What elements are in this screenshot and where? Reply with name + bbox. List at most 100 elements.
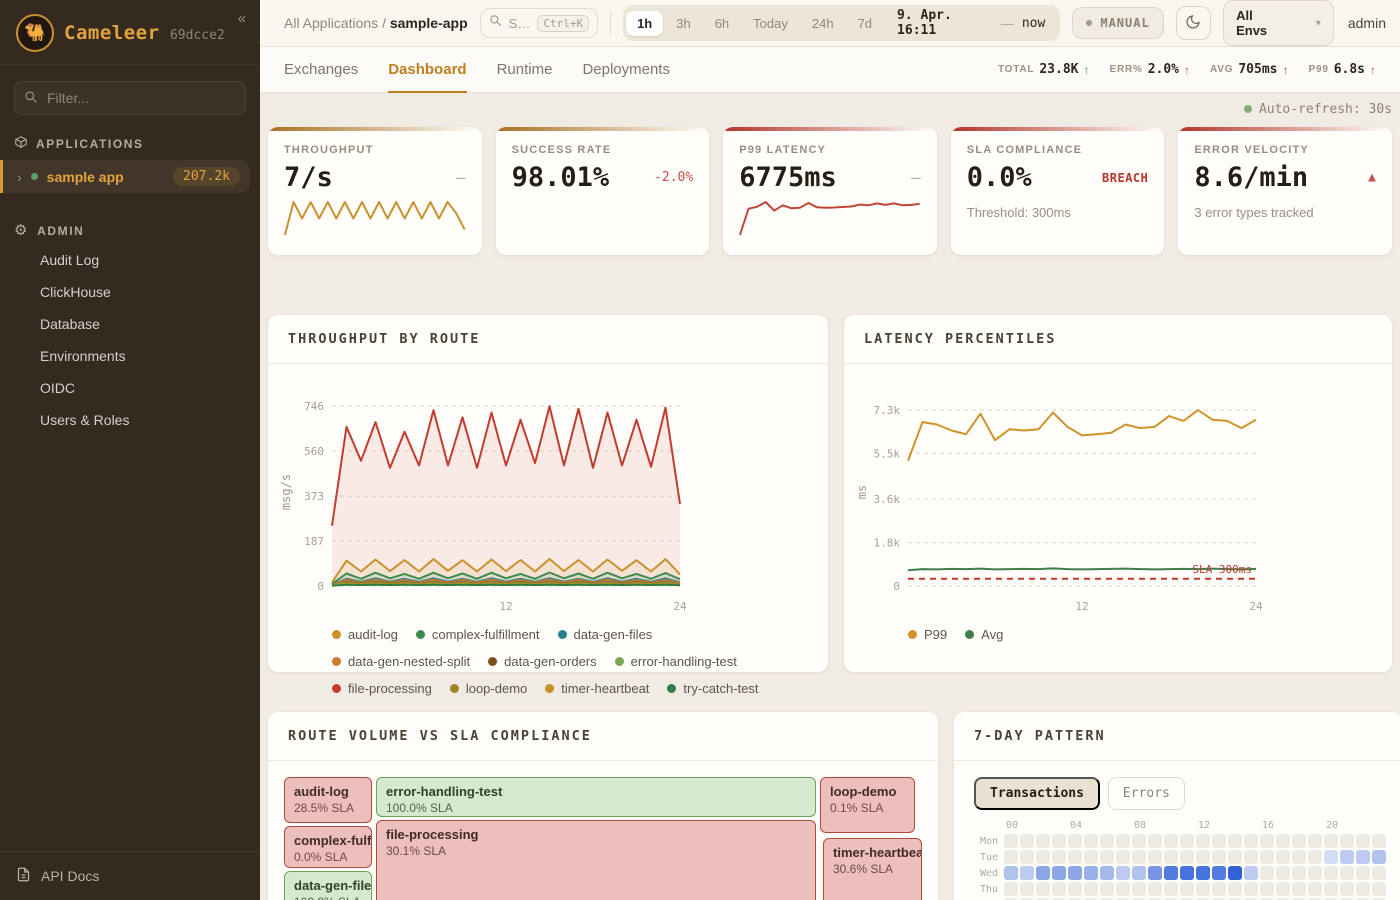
heatmap-cell[interactable] bbox=[1036, 834, 1050, 848]
heatmap-cell[interactable] bbox=[1100, 834, 1114, 848]
heatmap-cell[interactable] bbox=[1020, 866, 1034, 880]
heatmap-cell[interactable] bbox=[1116, 882, 1130, 896]
heatmap-cell[interactable] bbox=[1244, 882, 1258, 896]
heatmap-cell[interactable] bbox=[1020, 882, 1034, 896]
heatmap-cell[interactable] bbox=[1100, 866, 1114, 880]
heatmap-cell[interactable] bbox=[1180, 882, 1194, 896]
heatmap-cell[interactable] bbox=[1212, 834, 1226, 848]
heatmap-cell[interactable] bbox=[1132, 866, 1146, 880]
heatmap-cell[interactable] bbox=[1036, 866, 1050, 880]
heatmap-cell[interactable] bbox=[1292, 834, 1306, 848]
treemap-cell-complex-fulfil[interactable]: complex-fulfil...0.0% SLA bbox=[284, 826, 372, 868]
heatmap-cell[interactable] bbox=[1164, 850, 1178, 864]
legend-item-try-catch-test[interactable]: try-catch-test bbox=[667, 681, 758, 696]
heatmap-cell[interactable] bbox=[1132, 850, 1146, 864]
heatmap-cell[interactable] bbox=[1340, 882, 1354, 896]
legend-item-complex-fulfillment[interactable]: complex-fulfillment bbox=[416, 627, 540, 642]
heatmap-cell[interactable] bbox=[1372, 866, 1386, 880]
time-range-1h[interactable]: 1h bbox=[626, 11, 663, 36]
time-range-7d[interactable]: 7d bbox=[847, 11, 883, 36]
sidebar-item-audit-log[interactable]: Audit Log bbox=[0, 244, 260, 276]
heatmap-cell[interactable] bbox=[1084, 850, 1098, 864]
heatmap-cell[interactable] bbox=[1052, 834, 1066, 848]
sidebar-item-users-roles[interactable]: Users & Roles bbox=[0, 404, 260, 436]
heatmap-cell[interactable] bbox=[1228, 866, 1242, 880]
heatmap-cell[interactable] bbox=[1180, 850, 1194, 864]
sidebar-item-database[interactable]: Database bbox=[0, 308, 260, 340]
heatmap-cell[interactable] bbox=[1196, 882, 1210, 896]
heatmap-cell[interactable] bbox=[1084, 866, 1098, 880]
sidebar-item-clickhouse[interactable]: ClickHouse bbox=[0, 276, 260, 308]
time-range-today[interactable]: Today bbox=[742, 11, 799, 36]
global-search-button[interactable]: S… Ctrl+K bbox=[480, 8, 598, 38]
heatmap-cell[interactable] bbox=[1244, 834, 1258, 848]
heatmap-cell[interactable] bbox=[1324, 850, 1338, 864]
heatmap-cell[interactable] bbox=[1164, 834, 1178, 848]
heatmap-cell[interactable] bbox=[1052, 866, 1066, 880]
heatmap-cell[interactable] bbox=[1356, 882, 1370, 896]
heatmap-cell[interactable] bbox=[1308, 866, 1322, 880]
sidebar-item-sample-app[interactable]: › sample app 207.2k bbox=[0, 160, 250, 193]
heatmap-cell[interactable] bbox=[1004, 850, 1018, 864]
heatmap-cell[interactable] bbox=[1244, 850, 1258, 864]
collapse-sidebar-icon[interactable]: « bbox=[238, 10, 246, 27]
heatmap-cell[interactable] bbox=[1276, 850, 1290, 864]
heatmap-cell[interactable] bbox=[1116, 834, 1130, 848]
heatmap-cell[interactable] bbox=[1004, 866, 1018, 880]
sidebar-item-api-docs[interactable]: API Docs bbox=[0, 851, 260, 900]
heatmap-cell[interactable] bbox=[1068, 850, 1082, 864]
env-select[interactable]: All Envs ▾ bbox=[1223, 0, 1334, 46]
heatmap-cell[interactable] bbox=[1308, 850, 1322, 864]
heatmap-cell[interactable] bbox=[1276, 866, 1290, 880]
heatmap-cell[interactable] bbox=[1020, 834, 1034, 848]
heatmap-cell[interactable] bbox=[1212, 882, 1226, 896]
heatmap-cell[interactable] bbox=[1356, 850, 1370, 864]
legend-item-data-gen-orders[interactable]: data-gen-orders bbox=[488, 654, 597, 669]
heatmap-cell[interactable] bbox=[1260, 866, 1274, 880]
legend-item-data-gen-nested-split[interactable]: data-gen-nested-split bbox=[332, 654, 470, 669]
heatmap-cell[interactable] bbox=[1372, 850, 1386, 864]
heatmap-cell[interactable] bbox=[1324, 834, 1338, 848]
heatmap-cell[interactable] bbox=[1308, 834, 1322, 848]
heatmap-cell[interactable] bbox=[1084, 882, 1098, 896]
heatmap-cell[interactable] bbox=[1084, 834, 1098, 848]
heatmap-cell[interactable] bbox=[1020, 850, 1034, 864]
heatmap-cell[interactable] bbox=[1340, 866, 1354, 880]
heatmap-cell[interactable] bbox=[1052, 850, 1066, 864]
heatmap-cell[interactable] bbox=[1324, 882, 1338, 896]
heatmap-cell[interactable] bbox=[1196, 834, 1210, 848]
heatmap-cell[interactable] bbox=[1004, 834, 1018, 848]
heatmap-cell[interactable] bbox=[1180, 866, 1194, 880]
tab-dashboard[interactable]: Dashboard bbox=[388, 47, 466, 93]
legend-item-file-processing[interactable]: file-processing bbox=[332, 681, 432, 696]
time-range-24h[interactable]: 24h bbox=[801, 11, 845, 36]
heatmap-cell[interactable] bbox=[1148, 866, 1162, 880]
sidebar-item-oidc[interactable]: OIDC bbox=[0, 372, 260, 404]
heatmap-cell[interactable] bbox=[1356, 834, 1370, 848]
heatmap-cell[interactable] bbox=[1292, 850, 1306, 864]
heatmap-cell[interactable] bbox=[1276, 834, 1290, 848]
dark-mode-toggle[interactable] bbox=[1176, 6, 1211, 40]
heatmap-cell[interactable] bbox=[1228, 834, 1242, 848]
tab-deployments[interactable]: Deployments bbox=[582, 47, 670, 93]
heatmap-cell[interactable] bbox=[1132, 834, 1146, 848]
heatmap-cell[interactable] bbox=[1260, 834, 1274, 848]
heatmap-cell[interactable] bbox=[1116, 850, 1130, 864]
heatmap-cell[interactable] bbox=[1308, 882, 1322, 896]
legend-item-audit-log[interactable]: audit-log bbox=[332, 627, 398, 642]
heatmap-cell[interactable] bbox=[1196, 866, 1210, 880]
manual-mode-button[interactable]: MANUAL bbox=[1072, 7, 1163, 39]
heatmap-cell[interactable] bbox=[1132, 882, 1146, 896]
heatmap-cell[interactable] bbox=[1212, 850, 1226, 864]
heatmap-cell[interactable] bbox=[1260, 850, 1274, 864]
user-name[interactable]: admin bbox=[1346, 15, 1386, 31]
treemap-cell-loop-demo[interactable]: loop-demo0.1% SLA bbox=[820, 777, 915, 833]
breadcrumb-root[interactable]: All Applications bbox=[284, 15, 378, 31]
heatmap-cell[interactable] bbox=[1164, 882, 1178, 896]
legend-item-avg[interactable]: Avg bbox=[965, 627, 1003, 642]
tab-runtime[interactable]: Runtime bbox=[497, 47, 553, 93]
heatmap-cell[interactable] bbox=[1196, 850, 1210, 864]
legend-item-timer-heartbeat[interactable]: timer-heartbeat bbox=[545, 681, 649, 696]
heatmap-cell[interactable] bbox=[1228, 850, 1242, 864]
heatmap-cell[interactable] bbox=[1148, 882, 1162, 896]
